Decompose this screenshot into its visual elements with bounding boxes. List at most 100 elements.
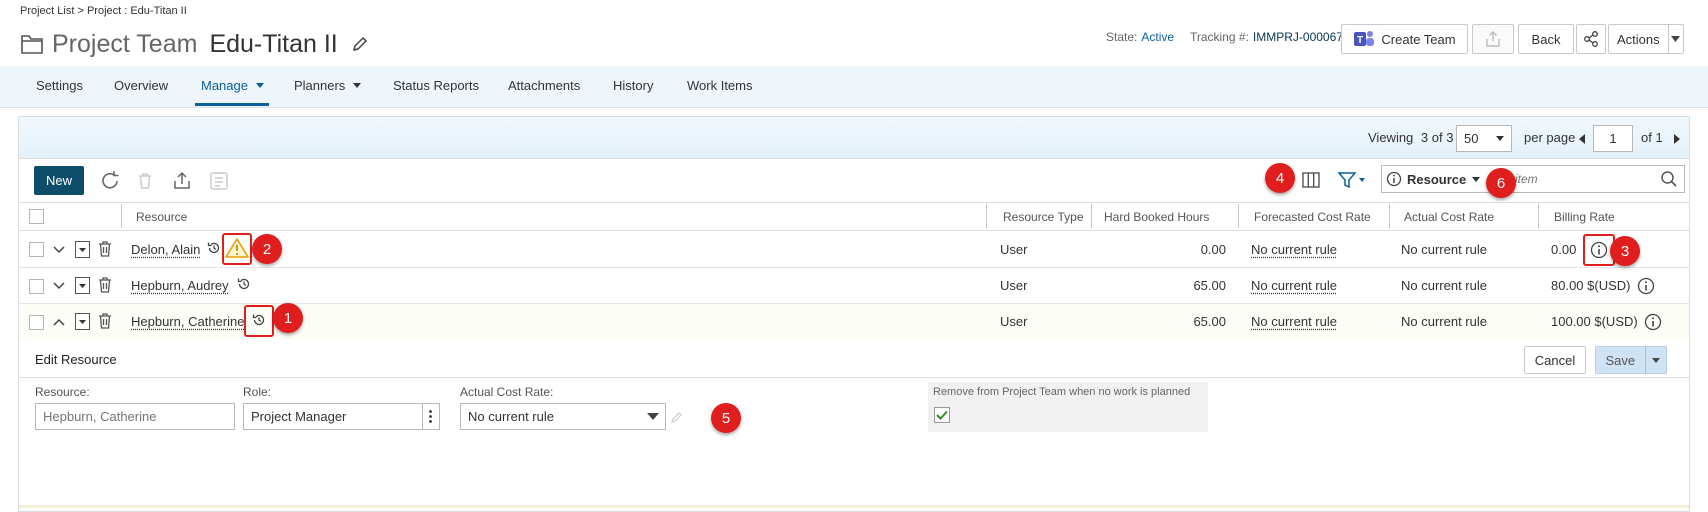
- hard-booked-hours: 65.00: [1193, 314, 1226, 329]
- next-page-icon[interactable]: [1674, 134, 1680, 144]
- info-icon[interactable]: [1644, 313, 1662, 331]
- active-tab-indicator: [195, 103, 269, 106]
- actual-cost-rate-select[interactable]: No current rule: [460, 403, 666, 430]
- trash-icon[interactable]: [97, 276, 113, 294]
- edit-resource-title: Edit Resource: [35, 352, 117, 367]
- breadcrumb[interactable]: Project List > Project : Edu-Titan II: [20, 5, 187, 17]
- row-menu-button[interactable]: [75, 313, 90, 330]
- column-header-hard-booked-hours[interactable]: Hard Booked Hours: [1104, 210, 1209, 224]
- info-icon[interactable]: [1637, 277, 1655, 295]
- row-menu-button[interactable]: [75, 241, 90, 258]
- tab-manage[interactable]: Manage: [201, 78, 264, 93]
- forecasted-cost-rate-link[interactable]: No current rule: [1251, 278, 1337, 293]
- column-header-resource[interactable]: Resource: [136, 210, 187, 224]
- trash-icon[interactable]: [97, 312, 113, 330]
- resource-link[interactable]: Delon, Alain: [131, 242, 200, 257]
- column-resizer: [1091, 204, 1092, 228]
- search-icon[interactable]: [1660, 170, 1678, 188]
- tracking-info: Tracking #: IMMPRJ-000067: [1190, 30, 1343, 44]
- hard-booked-hours: 65.00: [1193, 278, 1226, 293]
- remove-when-no-work-label: Remove from Project Team when no work is…: [933, 386, 1191, 398]
- callout-badge-2: 2: [252, 234, 282, 264]
- tab-attachments[interactable]: Attachments: [508, 78, 580, 93]
- resource-link[interactable]: Hepburn, Catherine: [131, 314, 244, 329]
- remove-when-no-work-checkbox[interactable]: [934, 407, 950, 423]
- filter-icon[interactable]: [1337, 169, 1367, 191]
- column-header-billing-rate[interactable]: Billing Rate: [1554, 210, 1615, 224]
- resource-link[interactable]: Hepburn, Audrey: [131, 278, 229, 293]
- history-icon[interactable]: [206, 240, 222, 256]
- row-checkbox[interactable]: [29, 279, 44, 294]
- refresh-icon[interactable]: [98, 169, 122, 193]
- role-picker-button[interactable]: [423, 403, 440, 430]
- callout-badge-5: 5: [711, 403, 741, 433]
- back-button[interactable]: Back: [1518, 24, 1574, 54]
- tab-overview[interactable]: Overview: [114, 78, 168, 93]
- search-scope-select[interactable]: Resource: [1386, 166, 1481, 192]
- export-icon[interactable]: [170, 169, 194, 193]
- share-icon: [1584, 31, 1598, 47]
- callout-badge-3: 3: [1610, 236, 1640, 266]
- history-icon[interactable]: [236, 276, 252, 292]
- forecasted-cost-rate-link[interactable]: No current rule: [1251, 314, 1337, 329]
- edit-resource-header: [19, 340, 1689, 378]
- resource-label: Resource:: [35, 385, 90, 399]
- column-header-resource-type[interactable]: Resource Type: [1003, 210, 1084, 224]
- actual-cost-rate: No current rule: [1401, 278, 1487, 293]
- info-icon[interactable]: [1590, 241, 1608, 259]
- new-button[interactable]: New: [34, 166, 84, 195]
- tab-planners[interactable]: Planners: [294, 78, 362, 93]
- teams-icon: T: [1354, 31, 1375, 46]
- resource-field[interactable]: [35, 403, 235, 430]
- resource-type: User: [1000, 242, 1028, 257]
- chevron-down-icon[interactable]: [52, 279, 66, 293]
- forecasted-cost-rate-link[interactable]: No current rule: [1251, 242, 1337, 257]
- column-resizer: [1238, 204, 1239, 228]
- prev-page-icon[interactable]: [1579, 134, 1585, 144]
- column-header-actual-cost-rate[interactable]: Actual Cost Rate: [1404, 210, 1494, 224]
- bulk-edit-icon[interactable]: [207, 169, 231, 193]
- state-info: State: Active: [1106, 30, 1175, 44]
- column-header-forecasted-cost-rate[interactable]: Forecasted Cost Rate: [1254, 210, 1371, 224]
- history-icon[interactable]: [251, 312, 267, 328]
- share-button[interactable]: [1576, 24, 1606, 54]
- cancel-button[interactable]: Cancel: [1524, 346, 1586, 374]
- resource-type: User: [1000, 278, 1028, 293]
- role-field[interactable]: Project Manager: [243, 403, 423, 430]
- page-title: Project Team Edu-Titan II: [20, 28, 370, 60]
- trash-icon[interactable]: [97, 240, 113, 258]
- search-input[interactable]: [1515, 168, 1655, 190]
- actual-cost-rate: No current rule: [1401, 314, 1487, 329]
- state-value: Active: [1141, 30, 1175, 44]
- actions-button[interactable]: Actions: [1608, 24, 1684, 54]
- tab-settings[interactable]: Settings: [36, 78, 83, 93]
- more-vertical-icon: [429, 410, 432, 423]
- page-input[interactable]: 1: [1593, 125, 1633, 152]
- per-page-select[interactable]: 50: [1456, 125, 1512, 152]
- create-team-button[interactable]: T Create Team: [1341, 24, 1468, 54]
- role-label: Role:: [243, 385, 272, 399]
- chevron-up-icon[interactable]: [52, 315, 66, 329]
- export-button[interactable]: [1472, 24, 1514, 54]
- warning-icon[interactable]: [225, 237, 249, 259]
- row-checkbox[interactable]: [29, 315, 44, 330]
- checkmark-icon: [936, 410, 948, 420]
- row-menu-button[interactable]: [75, 277, 90, 294]
- pencil-icon[interactable]: [670, 410, 684, 424]
- actual-cost-rate-label: Actual Cost Rate:: [460, 385, 554, 399]
- callout-badge-4: 4: [1265, 163, 1295, 193]
- folder-icon: [21, 35, 43, 54]
- columns-icon[interactable]: [1300, 169, 1322, 191]
- chevron-down-icon: [1496, 136, 1504, 141]
- save-button[interactable]: Save: [1595, 346, 1667, 374]
- tab-work-items[interactable]: Work Items: [687, 78, 753, 93]
- delete-icon[interactable]: [133, 169, 157, 193]
- hard-booked-hours: 0.00: [1200, 242, 1226, 257]
- column-resizer: [986, 204, 987, 228]
- row-checkbox[interactable]: [29, 242, 44, 257]
- select-all-checkbox[interactable]: [29, 209, 44, 224]
- pencil-icon[interactable]: [350, 34, 370, 54]
- tab-status-reports[interactable]: Status Reports: [393, 78, 479, 93]
- tab-history[interactable]: History: [613, 78, 653, 93]
- chevron-down-icon[interactable]: [52, 243, 66, 257]
